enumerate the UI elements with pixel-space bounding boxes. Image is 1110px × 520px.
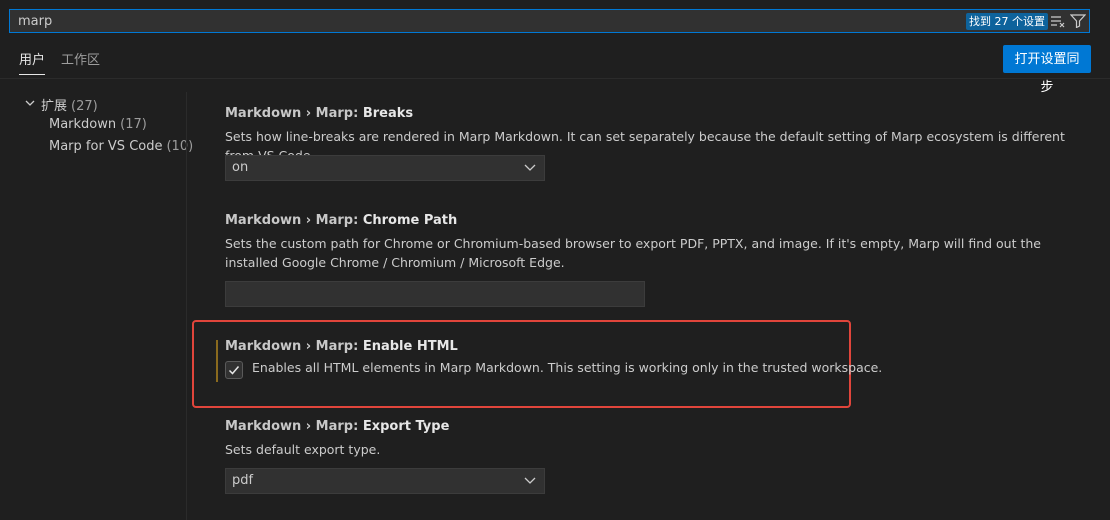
clear-filter-icon[interactable] [1050,14,1066,28]
toc-count: (10) [166,139,194,154]
select-value: on [232,160,249,175]
chrome-path-input[interactable] [225,281,645,307]
toc-divider [186,92,187,520]
enable-html-checkbox[interactable] [225,361,243,379]
select-value: pdf [232,473,254,488]
toc-count: (17) [120,117,147,132]
check-icon [228,366,240,375]
chevron-down-icon [524,164,536,171]
breaks-select[interactable]: on [225,155,545,181]
setting-description-enable-html: Enables all HTML elements in Marp Markdo… [252,360,883,375]
setting-title-export-type: Markdown › Marp: Export Type [225,419,449,434]
setting-title-enable-html: Markdown › Marp: Enable HTML [225,339,458,354]
toc-item-extensions[interactable]: 扩展 (27) [41,95,98,114]
setting-title-breaks: Markdown › Marp: Breaks [225,106,413,121]
toc-label: Marp for VS Code [49,139,163,154]
setting-description-export-type: Sets default export type. [225,442,381,457]
setting-title-chrome-path: Markdown › Marp: Chrome Path [225,213,457,228]
setting-category: Markdown › Marp: [225,106,363,121]
setting-description-chrome-path: Sets the custom path for Chrome or Chrom… [225,236,1041,270]
chevron-down-icon [524,477,536,484]
settings-sync-button[interactable]: 打开设置同步 [1003,45,1091,95]
tab-workspace[interactable]: 工作区 [61,52,100,74]
chevron-down-icon[interactable] [24,97,36,109]
settings-search-box[interactable]: 找到 27 个设置 [9,9,1090,33]
filter-icon[interactable] [1070,14,1086,28]
search-input[interactable] [10,10,960,32]
header-divider [0,78,1110,79]
setting-name: Breaks [362,106,414,121]
setting-name: Enable HTML [362,339,458,354]
setting-name: Chrome Path [362,213,458,228]
results-count-badge: 找到 27 个设置 [966,13,1048,30]
tab-user[interactable]: 用户 [19,52,46,75]
modified-indicator [216,340,218,382]
setting-name: Export Type [362,419,450,434]
toc-label: 扩展 [41,99,68,114]
setting-category: Markdown › Marp: [225,339,363,354]
toc-count: (27) [71,99,98,114]
export-type-select[interactable]: pdf [225,468,545,494]
setting-category: Markdown › Marp: [225,213,363,228]
toc-label: Markdown [49,117,117,132]
toc-item-markdown[interactable]: Markdown (17) [49,117,147,132]
toc-item-marp-for-vscode[interactable]: Marp for VS Code (10) [49,139,193,154]
setting-category: Markdown › Marp: [225,419,363,434]
